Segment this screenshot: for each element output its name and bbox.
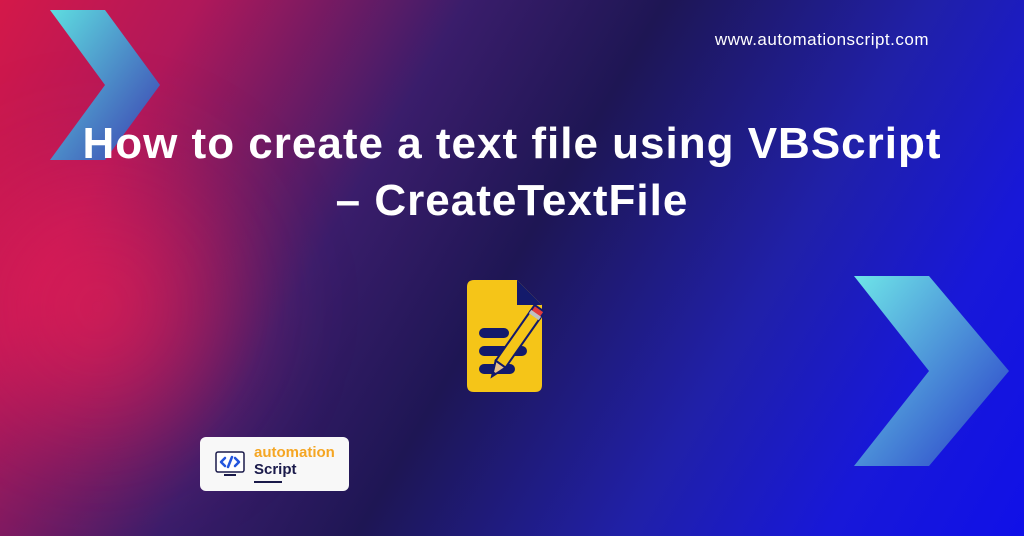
brand-logo: automation Script — [200, 437, 349, 491]
logo-text: automation Script — [254, 445, 335, 483]
logo-code-icon — [214, 448, 246, 480]
site-url: www.automationscript.com — [715, 30, 929, 50]
logo-text-line2: Script — [254, 462, 335, 479]
chevron-decoration-right — [829, 276, 1009, 466]
logo-text-line1: automation — [254, 445, 335, 462]
page-title: How to create a text file using VBScript… — [0, 115, 1024, 229]
logo-underline — [254, 481, 282, 483]
document-pencil-icon — [447, 270, 577, 400]
